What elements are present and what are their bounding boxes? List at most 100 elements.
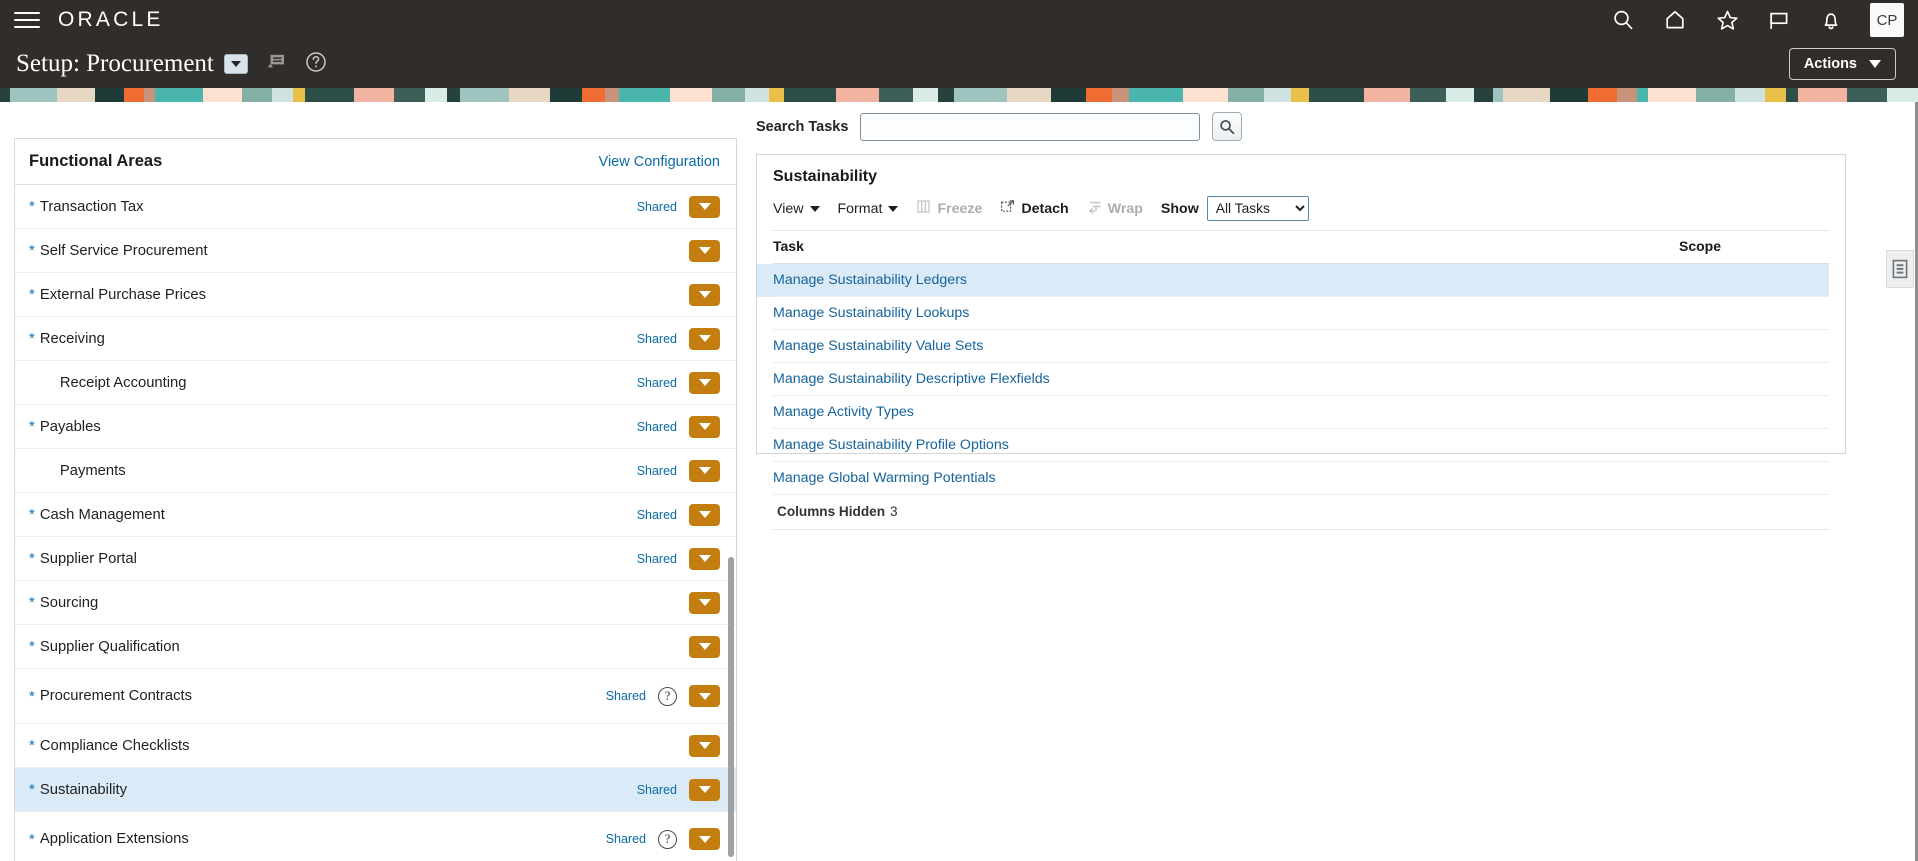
scope-cell (1679, 362, 1829, 396)
functional-area-row[interactable]: * Receiving Shared (15, 317, 736, 361)
shared-badge: Shared (636, 199, 677, 214)
banner-segment (550, 88, 583, 102)
functional-area-row[interactable]: * Supplier Portal Shared (15, 537, 736, 581)
flag-icon[interactable] (1766, 7, 1792, 33)
task-link[interactable]: Manage Sustainability Lookups (773, 305, 969, 321)
functional-areas-scrollbar[interactable] (728, 557, 734, 857)
functional-area-actions-button[interactable] (689, 239, 720, 262)
functional-area-actions-button[interactable] (689, 734, 720, 757)
banner-segment (94, 88, 124, 102)
freeze-icon (916, 199, 931, 218)
search-tasks-input[interactable] (860, 112, 1201, 141)
functional-area-row[interactable]: * Supplier Qualification (15, 625, 736, 669)
functional-area-actions-button[interactable] (689, 685, 720, 707)
banner-segment (1006, 88, 1051, 102)
functional-area-actions-button[interactable] (689, 828, 720, 850)
functional-area-actions-button[interactable] (689, 195, 720, 218)
detach-label: Detach (1021, 200, 1069, 217)
functional-area-row[interactable]: * Procurement Contracts Shared? (15, 669, 736, 724)
task-link[interactable]: Manage Global Warming Potentials (773, 470, 996, 486)
task-link[interactable]: Manage Activity Types (773, 404, 914, 420)
shared-badge: Shared (636, 551, 677, 566)
chevron-down-icon (698, 379, 711, 386)
functional-area-actions-button[interactable] (689, 415, 720, 438)
functional-area-row[interactable]: * External Purchase Prices (15, 273, 736, 317)
task-link[interactable]: Manage Sustainability Profile Options (773, 437, 1009, 453)
document-list-icon[interactable] (1886, 250, 1914, 288)
global-header: ORACLE CP (0, 0, 1918, 40)
notifications-bell-icon[interactable] (1818, 7, 1844, 33)
view-menu-button[interactable]: View (773, 201, 820, 217)
chevron-down-icon (698, 786, 711, 793)
view-configuration-link[interactable]: View Configuration (599, 154, 720, 170)
required-marker: * (29, 687, 35, 705)
table-row[interactable]: Manage Sustainability Profile Options (773, 428, 1829, 462)
announcement-icon[interactable] (266, 52, 287, 76)
search-tasks-row: Search Tasks (756, 112, 1243, 141)
table-row[interactable]: Manage Global Warming Potentials (773, 461, 1829, 495)
column-header-scope[interactable]: Scope (1679, 231, 1829, 264)
show-label: Show (1160, 200, 1199, 217)
functional-area-controls (689, 734, 720, 757)
task-link[interactable]: Manage Sustainability Ledgers (773, 272, 967, 288)
functional-area-row[interactable]: * Payables Shared (15, 405, 736, 449)
banner-segment (1617, 88, 1638, 102)
user-avatar[interactable]: CP (1870, 3, 1904, 37)
functional-area-controls: Shared (637, 503, 720, 526)
functional-area-actions-button[interactable] (689, 503, 720, 526)
required-marker: * (29, 330, 35, 347)
functional-area-actions-button[interactable] (689, 547, 720, 570)
functional-area-controls (689, 635, 720, 658)
help-circle-icon[interactable]: ? (658, 829, 677, 849)
functional-area-row[interactable]: * Sourcing (15, 581, 736, 625)
functional-area-label: Sourcing (39, 594, 99, 611)
functional-area-actions-button[interactable] (689, 635, 720, 658)
functional-area-row[interactable]: *PaymentsShared (15, 449, 736, 493)
functional-area-row[interactable]: * Cash Management Shared (15, 493, 736, 537)
help-circle-icon[interactable]: ? (658, 686, 677, 706)
functional-area-actions-button[interactable] (689, 459, 720, 482)
table-row[interactable]: Manage Sustainability Descriptive Flexfi… (773, 362, 1829, 396)
shared-badge: Shared (636, 419, 677, 434)
functional-area-row[interactable]: * Application Extensions Shared? (15, 812, 736, 861)
show-filter-select[interactable]: All Tasks (1206, 196, 1309, 221)
functional-area-actions-button[interactable] (689, 371, 720, 394)
detach-button[interactable]: Detach (1000, 199, 1069, 218)
functional-area-label: Receipt Accounting (59, 374, 187, 391)
tasks-table: Task Scope Manage Sustainability Ledgers… (773, 231, 1829, 495)
format-menu-button[interactable]: Format (838, 201, 899, 217)
functional-area-row[interactable]: * Self Service Procurement (15, 229, 736, 273)
table-row[interactable]: Manage Activity Types (773, 395, 1829, 429)
functional-area-row[interactable]: *Receipt AccountingShared (15, 361, 736, 405)
banner-segment (1409, 88, 1447, 102)
home-icon[interactable] (1662, 7, 1688, 33)
search-icon[interactable] (1610, 7, 1636, 33)
functional-area-row[interactable]: * Compliance Checklists (15, 724, 736, 768)
banner-segment (9, 88, 57, 102)
actions-button[interactable]: Actions (1788, 48, 1896, 80)
functional-area-label: Transaction Tax (39, 198, 144, 215)
functional-area-actions-button[interactable] (689, 591, 720, 614)
functional-area-actions-button[interactable] (689, 778, 720, 801)
functional-area-controls: Shared (636, 547, 720, 570)
hamburger-menu-icon[interactable] (14, 10, 40, 30)
chevron-down-icon (698, 291, 711, 298)
chevron-down-icon (809, 205, 820, 212)
help-circle-icon[interactable] (305, 51, 327, 78)
functional-areas-panel: Functional Areas View Configuration * Tra… (14, 138, 737, 861)
chevron-down-icon (698, 467, 711, 474)
functional-area-actions-button[interactable] (689, 283, 720, 306)
search-submit-button[interactable] (1212, 112, 1243, 141)
functional-area-row[interactable]: * Transaction Tax Shared (15, 185, 736, 229)
functional-area-row[interactable]: * Sustainability Shared (15, 768, 736, 812)
task-link[interactable]: Manage Sustainability Descriptive Flexfi… (773, 371, 1050, 387)
favorites-star-icon[interactable] (1714, 7, 1740, 33)
functional-area-actions-button[interactable] (689, 327, 720, 350)
table-row[interactable]: Manage Sustainability Lookups (773, 296, 1829, 330)
scope-cell (1679, 395, 1829, 429)
task-link[interactable]: Manage Sustainability Value Sets (773, 338, 983, 354)
table-row[interactable]: Manage Sustainability Value Sets (773, 329, 1829, 363)
column-header-task[interactable]: Task (773, 231, 1679, 264)
table-row[interactable]: Manage Sustainability Ledgers (773, 263, 1829, 297)
page-title-dropdown-button[interactable] (223, 54, 248, 74)
